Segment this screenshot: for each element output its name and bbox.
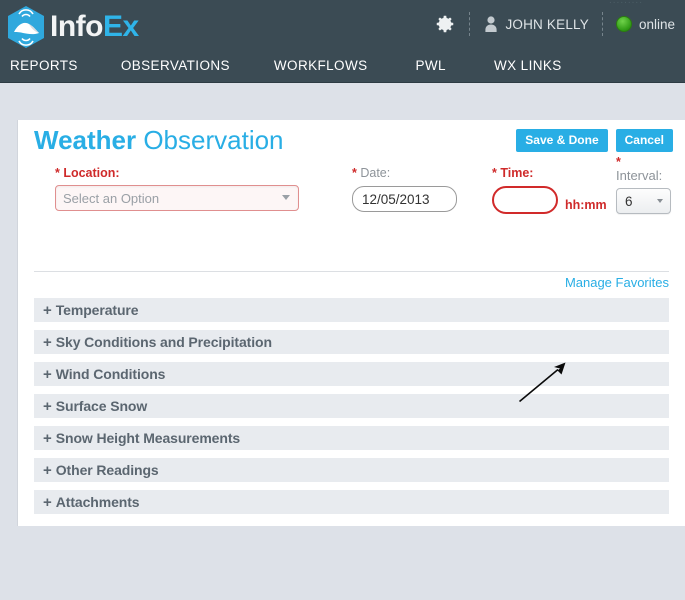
date-label-text: Date: <box>360 166 391 180</box>
accordion-section-surface-snow[interactable]: + Surface Snow <box>34 394 669 418</box>
location-placeholder: Select an Option <box>63 190 160 206</box>
date-input[interactable]: 12/05/2013 <box>352 186 457 212</box>
accordion-label: Sky Conditions and Precipitation <box>55 334 272 350</box>
accordion-label: Attachments <box>55 494 140 510</box>
interval-select[interactable]: 6 <box>616 188 671 214</box>
date-value: 12/05/2013 <box>362 191 430 207</box>
interval-value: 6 <box>625 193 633 209</box>
accordion-section-wind-conditions[interactable]: + Wind Conditions <box>34 362 669 386</box>
cancel-button[interactable]: Cancel <box>615 129 673 152</box>
accordion-label: Wind Conditions <box>55 366 166 382</box>
chevron-down-icon <box>282 195 290 200</box>
accordion-label: Surface Snow <box>55 398 148 414</box>
header-divider-2 <box>601 12 603 36</box>
logo-text-ex: Ex <box>102 10 139 43</box>
header-right-cluster: JOHN KELLY online <box>434 9 675 39</box>
nav-item-list: REPORTS OBSERVATIONS WORKFLOWS PWL WX LI… <box>0 48 685 82</box>
favorites-row: Manage Favorites <box>34 271 669 298</box>
time-input[interactable] <box>492 186 558 214</box>
accordion-label: Snow Height Measurements <box>55 430 241 446</box>
logo-wordmark: InfoEx <box>50 5 139 49</box>
location-select[interactable]: Select an Option <box>55 185 299 211</box>
accordion-label: Other Readings <box>55 462 159 478</box>
observation-form-fields: * Location: Select an Option * Date: 12/… <box>34 156 671 271</box>
accordion-section-other-readings[interactable]: + Other Readings <box>34 458 669 482</box>
card-header: Weather Observation Save & Done Cancel <box>18 120 685 166</box>
interval-required-asterisk: * <box>616 155 621 169</box>
online-status-label: online <box>638 16 675 32</box>
plus-icon: + <box>43 493 52 511</box>
page-body: Weather Observation Save & Done Cancel *… <box>0 83 685 600</box>
card-action-buttons: Save & Done Cancel <box>516 129 673 152</box>
date-label: * Date: <box>352 166 457 180</box>
manage-favorites-link[interactable]: Manage Favorites <box>565 275 669 290</box>
logo-text-info: Info <box>50 10 103 43</box>
time-field-group: * Time: hh:mm <box>492 166 607 214</box>
nav-item-wx-links[interactable]: WX LINKS <box>494 58 562 73</box>
online-status[interactable]: online <box>615 16 675 32</box>
online-status-dot-icon <box>615 16 632 32</box>
save-and-done-button[interactable]: Save & Done <box>516 129 608 152</box>
accordion-section-snow-height-measurements[interactable]: + Snow Height Measurements <box>34 426 669 450</box>
page-title-bold: Weather <box>34 125 137 155</box>
location-field-group: * Location: Select an Option <box>55 166 299 211</box>
top-header-bar: ......... InfoEx JOHN KELLY online <box>0 0 685 48</box>
nav-item-observations[interactable]: OBSERVATIONS <box>121 58 230 73</box>
time-input-row: hh:mm <box>492 186 607 214</box>
user-name-label: JOHN KELLY <box>505 16 589 32</box>
date-field-group: * Date: 12/05/2013 <box>352 166 457 212</box>
accordion-section-sky-conditions-and-precipitation[interactable]: + Sky Conditions and Precipitation <box>34 330 669 354</box>
nav-item-pwl[interactable]: PWL <box>416 58 446 73</box>
nav-item-workflows[interactable]: WORKFLOWS <box>274 58 368 73</box>
user-menu[interactable]: JOHN KELLY <box>483 15 589 33</box>
plus-icon: + <box>43 461 52 479</box>
page-title: Weather Observation <box>34 125 284 156</box>
gear-icon[interactable] <box>434 13 456 35</box>
observation-accordion: + Temperature + Sky Conditions and Preci… <box>34 298 669 526</box>
interval-field-group: * Interval: 6 <box>616 156 671 214</box>
clipped-top-text: ......... <box>608 0 643 6</box>
plus-icon: + <box>43 333 52 351</box>
time-format-hint: hh:mm <box>565 198 607 212</box>
accordion-section-attachments[interactable]: + Attachments <box>34 490 669 514</box>
header-divider-1 <box>469 12 471 36</box>
plus-icon: + <box>43 365 52 383</box>
infoex-hexagon-logo-icon <box>8 6 44 48</box>
plus-icon: + <box>43 397 52 415</box>
location-label: * Location: <box>55 166 120 180</box>
app-logo[interactable]: InfoEx <box>6 5 139 49</box>
main-navigation-bar: REPORTS OBSERVATIONS WORKFLOWS PWL WX LI… <box>0 48 685 83</box>
chevron-down-icon <box>657 199 663 203</box>
time-label: * Time: <box>492 166 534 180</box>
accordion-section-temperature[interactable]: + Temperature <box>34 298 669 322</box>
weather-observation-card: Weather Observation Save & Done Cancel *… <box>18 120 685 526</box>
page-title-rest: Observation <box>136 125 284 155</box>
plus-icon: + <box>43 429 52 447</box>
plus-icon: + <box>43 301 52 319</box>
nav-item-reports[interactable]: REPORTS <box>10 58 78 73</box>
interval-label: Interval: <box>616 168 663 183</box>
accordion-label: Temperature <box>55 302 139 318</box>
user-avatar-icon <box>485 16 498 32</box>
